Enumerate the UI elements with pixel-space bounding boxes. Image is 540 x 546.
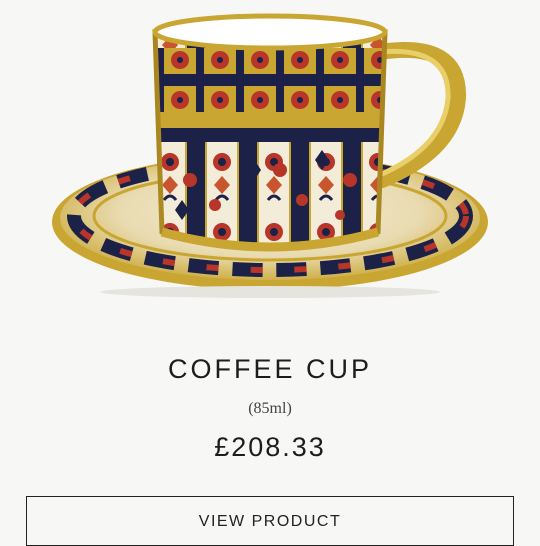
view-product-button[interactable]: VIEW PRODUCT [26,496,514,546]
cup-and-saucer-icon[interactable] [40,0,500,320]
product-volume: (85ml) [248,400,292,417]
product-price: £208.33 [214,432,326,462]
product-card: COFFEE CUP (85ml) £208.33 VIEW PRODUCT [0,0,540,546]
product-title: COFFEE CUP [167,354,372,384]
